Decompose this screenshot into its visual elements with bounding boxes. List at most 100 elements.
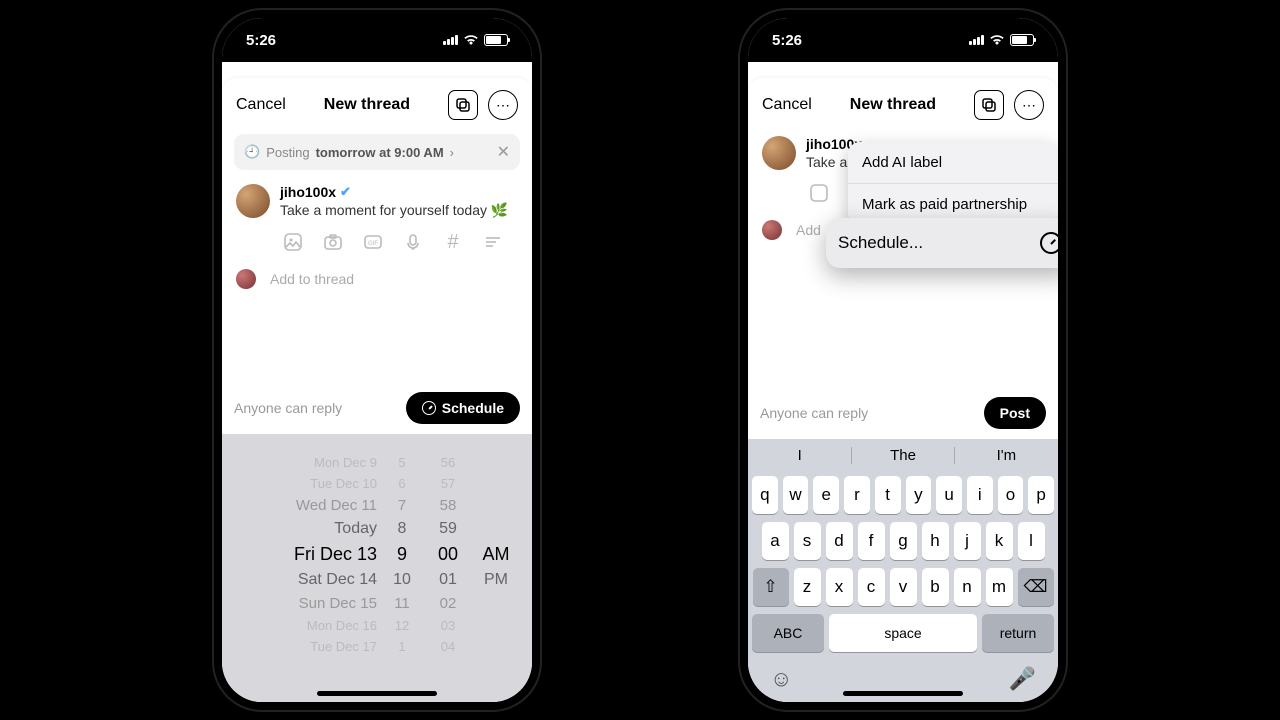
- schedule-button[interactable]: Schedule: [406, 392, 520, 424]
- keyboard-suggestions[interactable]: I The I'm: [748, 439, 1058, 472]
- clock-icon: [422, 401, 436, 415]
- status-time: 5:26: [772, 32, 802, 49]
- key-return[interactable]: return: [982, 614, 1054, 652]
- key-i[interactable]: i: [967, 476, 993, 514]
- key-p[interactable]: p: [1028, 476, 1054, 514]
- key-j[interactable]: j: [954, 522, 981, 560]
- username-label: jiho100x ✔: [280, 184, 518, 200]
- screen-right: 5:26 Cancel New thread ⋯: [748, 18, 1058, 702]
- avatar[interactable]: [762, 136, 796, 170]
- key-q[interactable]: q: [752, 476, 778, 514]
- close-icon[interactable]: ✕: [497, 142, 510, 162]
- schedule-label: Schedule...: [838, 233, 923, 253]
- picker-row[interactable]: Sat Dec 141001PM: [230, 568, 524, 592]
- more-icon[interactable]: ⋯: [1014, 90, 1044, 120]
- suggestion-3[interactable]: I'm: [955, 447, 1058, 464]
- key-v[interactable]: v: [890, 568, 917, 606]
- avatar-small: [236, 269, 256, 289]
- keyboard[interactable]: qwertyuiop asdfghjkl ⇧zxcvbnm⌫ ABC space…: [748, 472, 1058, 702]
- battery-icon: [484, 34, 508, 46]
- key-abc[interactable]: ABC: [752, 614, 824, 652]
- key-m[interactable]: m: [986, 568, 1013, 606]
- key-e[interactable]: e: [813, 476, 839, 514]
- more-icon[interactable]: ⋯: [488, 90, 518, 120]
- avatar[interactable]: [236, 184, 270, 218]
- key-x[interactable]: x: [826, 568, 853, 606]
- hashtag-icon[interactable]: #: [442, 231, 464, 253]
- status-bar: 5:26: [222, 18, 532, 62]
- cancel-button[interactable]: Cancel: [762, 96, 812, 114]
- sheet-title: New thread: [850, 96, 936, 114]
- key-delete[interactable]: ⌫: [1018, 568, 1054, 606]
- key-a[interactable]: a: [762, 522, 789, 560]
- phone-right: 5:26 Cancel New thread ⋯: [740, 10, 1066, 710]
- picker-row[interactable]: Sun Dec 151102: [230, 592, 524, 615]
- picker-row[interactable]: Fri Dec 13900AM: [230, 541, 524, 568]
- dictation-icon[interactable]: 🎤: [1009, 666, 1036, 692]
- add-thread-label: Add: [796, 222, 821, 238]
- picker-row[interactable]: Mon Dec 161203: [230, 615, 524, 636]
- clock-icon: 🕘: [244, 144, 260, 160]
- gif-icon[interactable]: GIF: [362, 231, 384, 253]
- wifi-icon: [989, 34, 1005, 46]
- key-s[interactable]: s: [794, 522, 821, 560]
- posting-prefix: Posting: [266, 145, 309, 160]
- chevron-right-icon: ›: [450, 145, 454, 160]
- picker-row[interactable]: Mon Dec 9556: [230, 452, 524, 473]
- battery-icon: [1010, 34, 1034, 46]
- picker-row[interactable]: Today859: [230, 517, 524, 541]
- key-y[interactable]: y: [906, 476, 932, 514]
- key-d[interactable]: d: [826, 522, 853, 560]
- key-c[interactable]: c: [858, 568, 885, 606]
- key-k[interactable]: k: [986, 522, 1013, 560]
- suggestion-1[interactable]: I: [748, 447, 851, 464]
- key-g[interactable]: g: [890, 522, 917, 560]
- drafts-icon[interactable]: [974, 90, 1004, 120]
- add-thread-label: Add to thread: [270, 271, 354, 287]
- menu-item-ai-label[interactable]: Add AI label: [848, 142, 1058, 184]
- datetime-picker[interactable]: Mon Dec 9556Tue Dec 10657Wed Dec 11758To…: [222, 434, 532, 702]
- key-l[interactable]: l: [1018, 522, 1045, 560]
- scheduled-post-banner[interactable]: 🕘 Posting tomorrow at 9:00 AM › ✕: [234, 134, 520, 170]
- reply-scope[interactable]: Anyone can reply: [760, 405, 868, 421]
- reply-scope[interactable]: Anyone can reply: [234, 400, 342, 416]
- key-h[interactable]: h: [922, 522, 949, 560]
- signal-icon: [443, 35, 458, 45]
- camera-icon[interactable]: [322, 231, 344, 253]
- clock-icon: [1040, 232, 1058, 254]
- key-z[interactable]: z: [794, 568, 821, 606]
- key-n[interactable]: n: [954, 568, 981, 606]
- key-space[interactable]: space: [829, 614, 977, 652]
- key-f[interactable]: f: [858, 522, 885, 560]
- leaf-emoji-icon: 🌿: [491, 202, 508, 218]
- key-u[interactable]: u: [936, 476, 962, 514]
- key-w[interactable]: w: [783, 476, 809, 514]
- sheet-header: Cancel New thread ⋯: [748, 78, 1058, 128]
- mic-icon[interactable]: [402, 231, 424, 253]
- sheet-title: New thread: [324, 96, 410, 114]
- home-indicator: [317, 691, 437, 696]
- picker-row[interactable]: Tue Dec 17104: [230, 636, 524, 657]
- drafts-icon[interactable]: [448, 90, 478, 120]
- suggestion-2[interactable]: The: [851, 447, 954, 464]
- cancel-button[interactable]: Cancel: [236, 96, 286, 114]
- status-icons: [443, 34, 508, 46]
- key-t[interactable]: t: [875, 476, 901, 514]
- gallery-icon[interactable]: [282, 231, 304, 253]
- schedule-menu-item[interactable]: Schedule...: [826, 218, 1058, 268]
- key-shift[interactable]: ⇧: [753, 568, 789, 606]
- post-button[interactable]: Post: [984, 397, 1046, 429]
- poll-icon[interactable]: [482, 231, 504, 253]
- add-to-thread[interactable]: Add to thread: [222, 259, 532, 299]
- signal-icon: [969, 35, 984, 45]
- key-r[interactable]: r: [844, 476, 870, 514]
- key-b[interactable]: b: [922, 568, 949, 606]
- emoji-icon[interactable]: ☺: [770, 666, 792, 692]
- key-o[interactable]: o: [998, 476, 1024, 514]
- compose-sheet: Cancel New thread ⋯ 🕘 Posting tomorrow a…: [222, 78, 532, 702]
- picker-row[interactable]: Wed Dec 11758: [230, 494, 524, 517]
- gallery-icon[interactable]: [808, 182, 830, 204]
- picker-row[interactable]: Tue Dec 10657: [230, 473, 524, 494]
- post-text-input[interactable]: Take a moment for yourself today 🌿: [280, 202, 518, 219]
- status-bar: 5:26: [748, 18, 1058, 62]
